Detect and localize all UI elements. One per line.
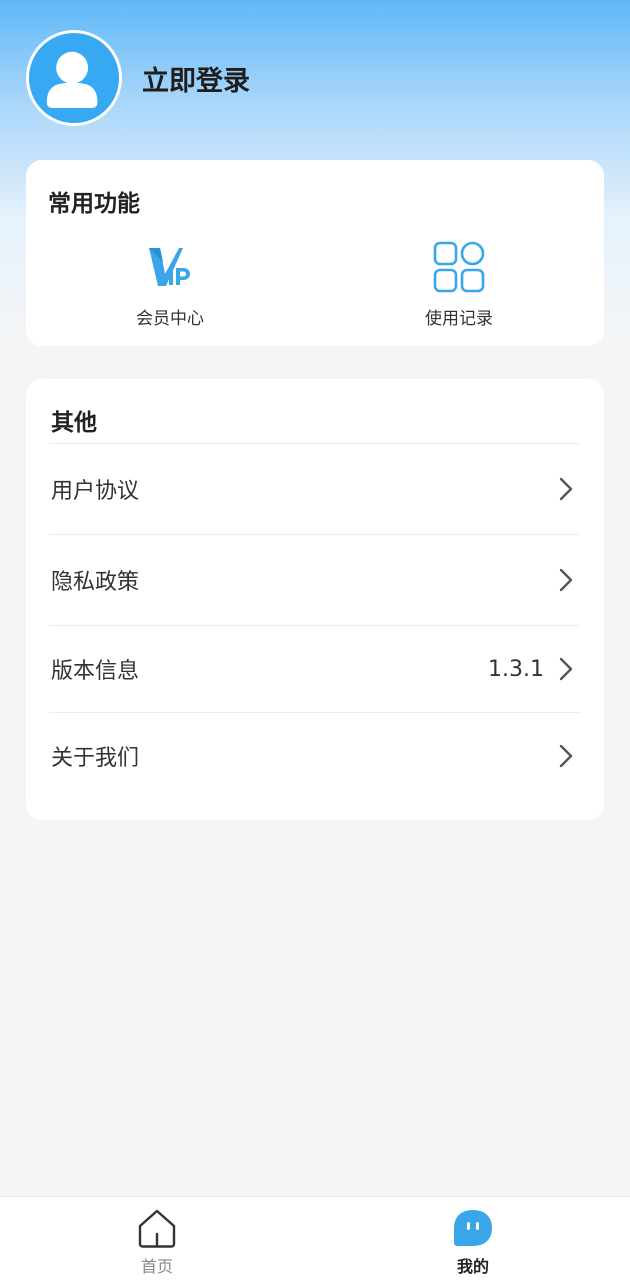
chevron-right-icon: [559, 477, 573, 501]
row-label: 关于我们: [51, 746, 140, 771]
common-functions-card: 常用功能 会员中心 使用记录: [26, 160, 604, 346]
tab-mine-label: 我的: [456, 1257, 489, 1276]
tab-mine[interactable]: 我的: [413, 1207, 533, 1277]
tab-home[interactable]: 首页: [97, 1207, 217, 1277]
other-title: 其他: [51, 410, 97, 436]
mine-icon: [454, 1210, 492, 1246]
profile-area[interactable]: 立即登录: [26, 30, 250, 126]
chevron-right-icon: [559, 744, 573, 768]
vip-center-button[interactable]: 会员中心: [90, 240, 250, 330]
common-functions-title: 常用功能: [48, 191, 140, 217]
other-card: 其他 用户协议 隐私政策 版本信息 1.3.1 关于我们: [26, 379, 604, 820]
usage-history-button[interactable]: 使用记录: [379, 240, 539, 330]
user-agreement-row[interactable]: 用户协议: [26, 444, 604, 534]
user-icon: [46, 51, 98, 108]
avatar[interactable]: [26, 30, 122, 126]
version-number: 1.3.1: [488, 656, 544, 682]
version-info-row[interactable]: 版本信息 1.3.1: [26, 625, 604, 713]
about-us-row[interactable]: 关于我们: [26, 712, 604, 800]
chevron-right-icon: [559, 568, 573, 592]
home-icon: [138, 1209, 176, 1248]
usage-history-label: 使用记录: [425, 309, 493, 329]
tab-home-label: 首页: [140, 1257, 173, 1276]
row-label: 用户协议: [51, 479, 140, 504]
bottom-tab-bar: 首页 我的: [0, 1196, 630, 1280]
login-link[interactable]: 立即登录: [142, 59, 250, 98]
vip-icon: [149, 248, 190, 286]
row-label: 版本信息: [51, 659, 140, 684]
privacy-policy-row[interactable]: 隐私政策: [26, 535, 604, 625]
vip-center-label: 会员中心: [136, 309, 204, 329]
chevron-right-icon: [559, 657, 573, 681]
grid-icon: [433, 241, 485, 293]
row-label: 隐私政策: [51, 570, 140, 595]
